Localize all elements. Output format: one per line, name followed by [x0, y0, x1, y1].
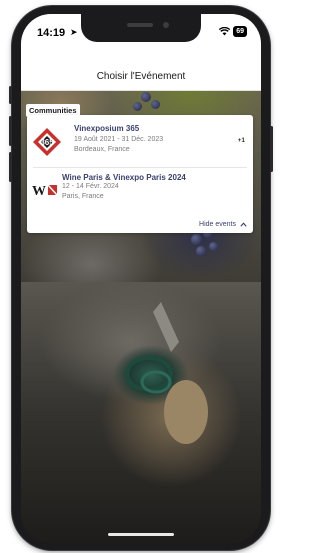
events-card: 365 Vinexposium 365 19 Août 2021 - 31 Dé…: [27, 115, 253, 233]
status-icons: 69: [219, 26, 247, 37]
volume-down-button: [9, 152, 12, 182]
grape: [191, 234, 202, 245]
extra-count-badge: +1: [237, 137, 245, 144]
battery-indicator: 69: [233, 26, 247, 37]
event-item-vinexposium-365[interactable]: 365 Vinexposium 365 19 Août 2021 - 31 Dé…: [27, 115, 253, 167]
volume-up-button: [9, 116, 12, 146]
front-camera: [163, 22, 169, 28]
grape: [133, 102, 142, 111]
vinexposium-365-logo-icon: 365: [33, 128, 61, 156]
speaker-grille: [127, 23, 153, 27]
screen: 14:19 ➤ 69 Choisir l'Evénement Communiti…: [21, 14, 261, 544]
status-bar: 14:19 ➤ 69: [21, 14, 261, 50]
svg-text:365: 365: [40, 138, 54, 147]
event-name: Wine Paris & Vinexpo Paris 2024: [62, 173, 186, 182]
power-button: [270, 126, 273, 172]
hide-events-button[interactable]: Hide events: [199, 221, 247, 228]
cork-illustration: [125, 302, 208, 444]
status-time: 14:19: [37, 27, 66, 39]
grape: [141, 92, 151, 102]
event-dates: 12 - 14 Févr. 2024: [62, 183, 119, 190]
event-dates: 19 Août 2021 - 31 Déc. 2023: [74, 136, 164, 143]
grape: [209, 242, 218, 251]
event-name: Vinexposium 365: [74, 124, 140, 133]
home-indicator: [108, 533, 174, 536]
grape: [196, 246, 206, 256]
chevron-up-icon: [240, 222, 247, 227]
background-photo-cork: [21, 282, 261, 544]
location-arrow-icon: ➤: [70, 27, 78, 37]
event-location: Bordeaux, France: [74, 146, 130, 153]
svg-text:W: W: [32, 184, 46, 198]
event-item-wine-paris-2024[interactable]: W Wine Paris & Vinexpo Paris 2024 12 - 1…: [27, 168, 253, 212]
wine-paris-logo-icon: W: [32, 184, 58, 198]
mute-switch: [9, 86, 12, 104]
grape: [151, 100, 160, 109]
notch: [81, 14, 201, 42]
wifi-icon: [219, 27, 231, 36]
page-title: Choisir l'Evénement: [96, 71, 186, 82]
event-location: Paris, France: [62, 193, 104, 200]
hide-events-label: Hide events: [199, 221, 236, 228]
nav-bar: Choisir l'Evénement: [21, 50, 261, 91]
